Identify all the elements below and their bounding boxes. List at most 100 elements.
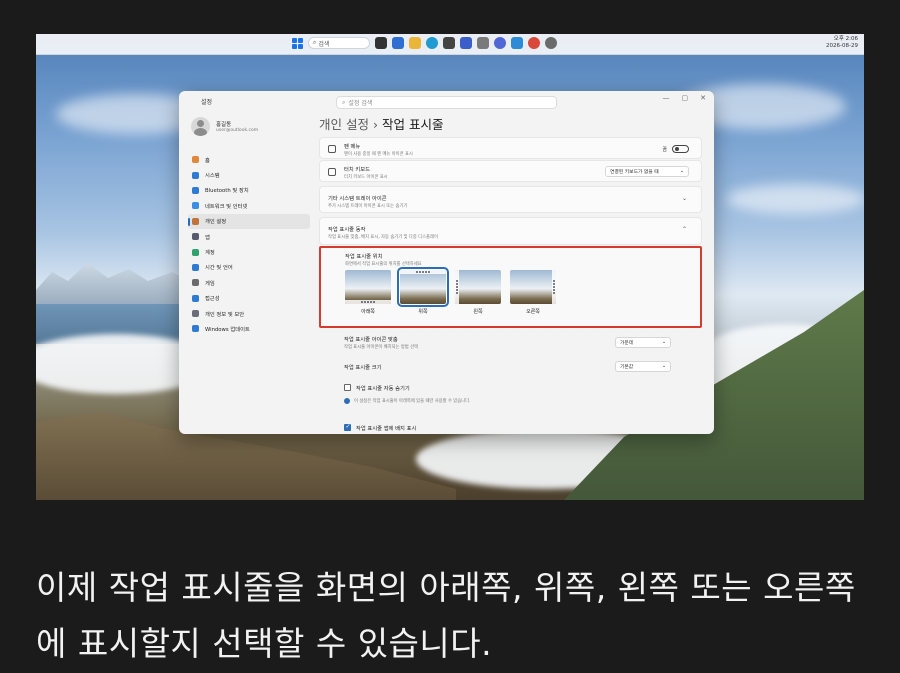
user-profile[interactable]: 홍길동 user@outlook.com	[191, 117, 258, 136]
widgets-icon[interactable]	[392, 37, 404, 49]
alignment-dropdown-value: 가운데	[620, 341, 634, 346]
edge-icon[interactable]	[426, 37, 438, 49]
position-option-bottom[interactable]: 아래쪽	[345, 270, 391, 315]
settings-gear-icon[interactable]	[545, 37, 557, 49]
wallpaper-cloud	[726, 184, 864, 214]
tray-icons-section[interactable]: 기타 시스템 트레이 아이콘 추가 시스템 트레이 아이콘 표시 또는 숨기기 …	[319, 186, 702, 213]
touch-keyboard-row: 터치 키보드 터치 키보드 아이콘 표시 연결된 키보드가 없을 때 ⌄	[319, 160, 702, 182]
brush-icon	[192, 217, 199, 225]
chevron-down-icon: ⌄	[679, 169, 684, 174]
alignment-row: 작업 표시줄 아이콘 맞춤 작업 표시줄 아이콘이 배치되는 방법 선택 가운데…	[319, 330, 702, 354]
behaviors-section[interactable]: 작업 표시줄 동작 작업 표시줄 맞춤, 배지 표시, 자동 숨기기 및 다중 …	[319, 217, 702, 245]
tray-icons-text: 기타 시스템 트레이 아이콘 추가 시스템 트레이 아이콘 표시 또는 숨기기	[328, 194, 407, 209]
close-button[interactable]: ✕	[700, 94, 706, 102]
info-note-text: 이 설정은 작업 표시줄이 아래쪽에 있을 때만 사용할 수 있습니다.	[354, 399, 471, 404]
sidebar-item-system[interactable]: 시스템	[188, 167, 310, 182]
settings-search-placeholder: 설정 검색	[348, 100, 373, 107]
sidebar-item-bluetooth[interactable]: Bluetooth 및 장치	[188, 183, 310, 198]
sidebar-item-label: 시간 및 언어	[205, 265, 233, 272]
window-title: 설정	[201, 99, 213, 106]
sidebar-item-windows-update[interactable]: Windows 업데이트	[188, 321, 310, 336]
sidebar-item-label: 계정	[205, 250, 215, 257]
shield-icon	[192, 310, 199, 318]
size-title: 작업 표시줄 크기	[344, 365, 382, 371]
globe-clock-icon	[192, 263, 199, 271]
store-icon[interactable]	[443, 37, 455, 49]
size-text: 작업 표시줄 크기	[344, 363, 381, 371]
position-option-top[interactable]: 위쪽	[397, 267, 449, 315]
auto-hide-checkbox[interactable]	[344, 384, 351, 391]
sidebar-item-privacy[interactable]: 개인 정보 및 보안	[188, 306, 310, 321]
gamepad-icon	[192, 279, 199, 287]
file-explorer-icon[interactable]	[409, 37, 421, 49]
position-title: 작업 표시줄 위치	[345, 254, 383, 260]
sidebar-item-accessibility[interactable]: 접근성	[188, 291, 310, 306]
alignment-text: 작업 표시줄 아이콘 맞춤 작업 표시줄 아이콘이 배치되는 방법 선택	[344, 335, 418, 350]
position-thumb-left	[455, 270, 501, 304]
breadcrumb-separator: ›	[372, 117, 378, 132]
taskbar-search[interactable]: ⌕ 검색	[308, 37, 370, 49]
taskbar: ⌕ 검색 오후 2:06 2026-08-29	[36, 34, 864, 55]
sidebar-item-label: 게임	[205, 280, 215, 287]
teams-icon[interactable]	[494, 37, 506, 49]
sidebar-item-label: 개인 설정	[205, 219, 227, 226]
sidebar-item-label: 앱	[205, 234, 210, 241]
sidebar-item-label: 시스템	[205, 173, 220, 180]
app-icon[interactable]	[477, 37, 489, 49]
accessibility-icon	[192, 294, 199, 302]
caption: 이제 작업 표시줄을 화면의 아래쪽, 위쪽, 왼쪽 또는 오른쪽에 표시할지 …	[36, 568, 856, 663]
behaviors-title: 작업 표시줄 동작	[328, 227, 366, 233]
mail-icon[interactable]	[460, 37, 472, 49]
touch-keyboard-text: 터치 키보드 터치 키보드 아이콘 표시	[344, 165, 388, 180]
alignment-sub: 작업 표시줄 아이콘이 배치되는 방법 선택	[344, 345, 419, 350]
sidebar-nav: 홈 시스템 Bluetooth 및 장치 네트워크 및 인터넷 개인 설정 앱 …	[188, 152, 310, 337]
pen-menu-sub: 펜이 사용 중일 때 펜 메뉴 아이콘 표시	[344, 152, 413, 157]
settings-search-input[interactable]: ⌕ 설정 검색	[336, 96, 557, 109]
taskbar-icons: ⌕ 검색	[292, 37, 557, 49]
badges-row: 작업 표시줄 앱에 배지 표시	[319, 417, 702, 434]
size-dropdown[interactable]: 기본값 ⌄	[615, 361, 671, 372]
tray-icons-title: 기타 시스템 트레이 아이콘	[328, 196, 387, 202]
apps-icon	[192, 233, 199, 241]
sidebar-item-network[interactable]: 네트워크 및 인터넷	[188, 198, 310, 213]
sidebar-item-accounts[interactable]: 계정	[188, 244, 310, 259]
taskbar-clock[interactable]: 오후 2:06 2026-08-29	[826, 36, 858, 50]
alignment-dropdown[interactable]: 가운데 ⌄	[615, 337, 671, 348]
sidebar-item-personalization[interactable]: 개인 설정	[188, 213, 310, 229]
auto-hide-label: 작업 표시줄 자동 숨기기	[356, 386, 410, 392]
photos-icon[interactable]	[511, 37, 523, 49]
info-note: 이 설정은 작업 표시줄이 아래쪽에 있을 때만 사용할 수 있습니다.	[344, 398, 470, 404]
position-sub: 화면에서 작업 표시줄의 위치를 선택하세요	[345, 262, 422, 267]
sidebar-item-label: 홈	[205, 157, 210, 164]
minimize-button[interactable]: —	[663, 94, 670, 102]
person-icon	[192, 248, 199, 256]
position-option-left[interactable]: 왼쪽	[455, 270, 501, 315]
touch-keyboard-dropdown[interactable]: 연결된 키보드가 없을 때 ⌄	[605, 166, 689, 177]
position-option-label: 위쪽	[418, 309, 428, 315]
maximize-button[interactable]: ▢	[682, 94, 689, 102]
pen-menu-toggle-label: 끔	[662, 147, 667, 153]
sidebar-item-time-language[interactable]: 시간 및 언어	[188, 260, 310, 275]
search-icon: ⌕	[313, 39, 317, 46]
breadcrumb: 개인 설정 › 작업 표시줄	[319, 114, 443, 133]
start-icon[interactable]	[292, 37, 303, 49]
keyboard-icon	[328, 168, 336, 176]
breadcrumb-parent[interactable]: 개인 설정	[319, 117, 369, 132]
auto-hide-row: 작업 표시줄 자동 숨기기 이 설정은 작업 표시줄이 아래쪽에 있을 때만 사…	[319, 377, 702, 417]
sidebar-item-apps[interactable]: 앱	[188, 229, 310, 244]
chevron-up-icon: ⌃	[681, 226, 687, 233]
sidebar-item-home[interactable]: 홈	[188, 152, 310, 167]
chrome-icon[interactable]	[528, 37, 540, 49]
task-view-icon[interactable]	[375, 37, 387, 49]
badges-checkbox[interactable]	[344, 423, 351, 431]
position-option-label: 왼쪽	[473, 309, 483, 315]
touch-keyboard-title: 터치 키보드	[344, 167, 371, 173]
sidebar-item-gaming[interactable]: 게임	[188, 275, 310, 290]
search-icon: ⌕	[342, 98, 346, 106]
pen-menu-toggle[interactable]	[672, 145, 689, 153]
profile-email: user@outlook.com	[216, 128, 259, 133]
window-controls: — ▢ ✕	[663, 94, 707, 102]
pen-menu-row: 펜 메뉴 펜이 사용 중일 때 펜 메뉴 아이콘 표시 끔	[319, 137, 702, 159]
position-option-right[interactable]: 오른쪽	[510, 270, 556, 315]
behaviors-text: 작업 표시줄 동작 작업 표시줄 맞춤, 배지 표시, 자동 숨기기 및 다중 …	[328, 225, 438, 240]
